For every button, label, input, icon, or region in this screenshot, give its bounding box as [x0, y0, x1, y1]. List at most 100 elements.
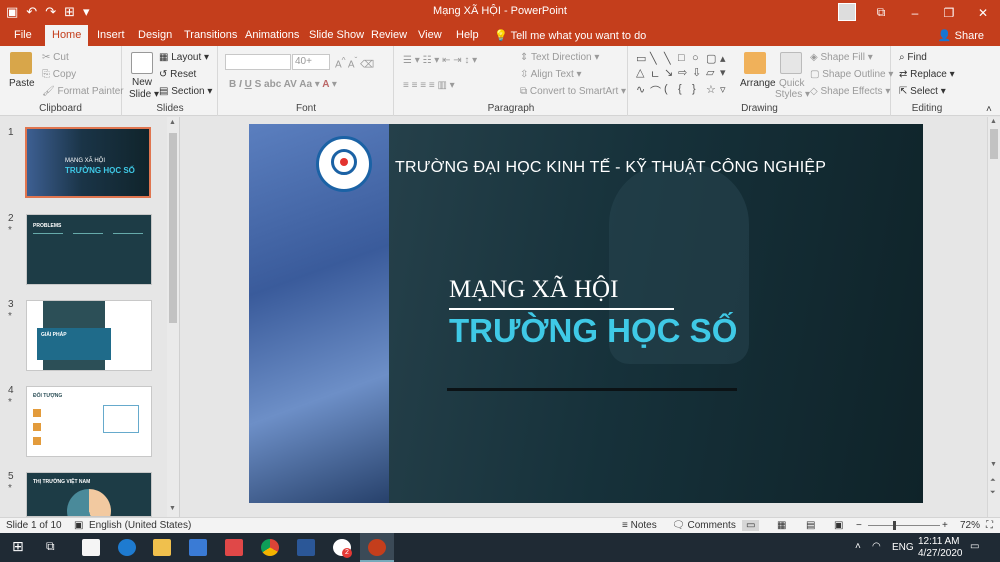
mail-icon[interactable]	[189, 539, 207, 556]
line2-shape-icon[interactable]: ╲	[664, 52, 677, 65]
action-center-icon[interactable]: ▭	[970, 541, 979, 552]
slide-scroll-thumb[interactable]	[990, 129, 998, 159]
task-view-icon[interactable]: ⧉	[46, 539, 64, 556]
thumbnail-slide-5[interactable]: THỊ TRƯỜNG VIỆT NAM	[26, 472, 152, 517]
font-name-combo[interactable]	[225, 54, 291, 70]
zoom-level[interactable]: 72%	[960, 520, 980, 531]
thumbnail-slide-1[interactable]: MẠNG XÃ HỘI TRƯỜNG HỌC SỐ	[25, 127, 151, 198]
thumbnail-scrollbar[interactable]: ▲ ▼	[167, 117, 179, 517]
arc-shape-icon[interactable]: ⌒	[650, 83, 663, 99]
normal-view-icon[interactable]: ▭	[742, 520, 760, 531]
gallery-more-icon[interactable]: ▿	[720, 83, 733, 99]
quick-styles-label-2[interactable]: Styles ▾	[775, 89, 810, 100]
shape-effects-button[interactable]: ◇ Shape Effects ▾	[810, 86, 890, 97]
zoom-out-icon[interactable]: −	[856, 520, 862, 531]
copy-button[interactable]: ⎘ Copy	[42, 69, 76, 80]
thumbnail-scroll-thumb[interactable]	[169, 133, 177, 323]
zoom-in-icon[interactable]: +	[942, 520, 948, 531]
clock-date[interactable]: 4/27/2020	[918, 548, 963, 559]
show-hidden-icons[interactable]: ˄	[855, 541, 861, 552]
quick-styles-icon[interactable]	[780, 52, 802, 74]
select-button[interactable]: ⇱ Select ▾	[899, 86, 946, 97]
slide-scrollbar[interactable]: ▲ ▼ ⏶ ⏷	[987, 117, 1000, 517]
new-slide-label-1[interactable]: New	[132, 77, 152, 88]
down-arrow-shape-icon[interactable]: ⇩	[692, 66, 705, 82]
tab-home[interactable]: Home	[45, 25, 89, 46]
tab-transitions[interactable]: Transitions	[177, 25, 244, 46]
tab-slide-show[interactable]: Slide Show	[302, 25, 371, 46]
gallery-down-icon[interactable]: ▾	[720, 66, 733, 82]
rect-shape-icon[interactable]: □	[678, 52, 691, 65]
chrome-icon[interactable]	[261, 539, 279, 556]
new-slide-label-2[interactable]: Slide ▾	[129, 89, 159, 100]
zoom-slider[interactable]	[868, 525, 940, 526]
tab-file[interactable]: File	[7, 25, 39, 46]
layout-button[interactable]: ▦ Layout ▾	[159, 52, 209, 63]
list-icons[interactable]: ☰ ▾ ☷ ▾ ⇤ ⇥ ↕ ▾	[403, 55, 477, 66]
gallery-up-icon[interactable]: ▴	[720, 52, 733, 65]
font-format-icons[interactable]: B I U S abc AV Aa ▾ A ▾	[229, 79, 337, 90]
word-icon[interactable]	[297, 539, 315, 556]
scroll-up-icon[interactable]: ▲	[990, 118, 997, 125]
store-icon[interactable]	[82, 539, 100, 556]
tab-design[interactable]: Design	[131, 25, 179, 46]
convert-smartart-button[interactable]: ⧉ Convert to SmartArt ▾	[520, 86, 626, 97]
edge-icon[interactable]	[118, 539, 136, 556]
arrange-button[interactable]: Arrange	[740, 78, 776, 89]
app-icon[interactable]	[225, 539, 243, 556]
tab-insert[interactable]: Insert	[90, 25, 132, 46]
align-text-button[interactable]: ⇳ Align Text ▾	[520, 69, 582, 80]
wifi-icon[interactable]: ◠	[872, 541, 881, 552]
restore-button[interactable]: ❐	[932, 0, 966, 25]
new-slide-icon[interactable]	[131, 52, 153, 74]
oval-shape-icon[interactable]: ○	[692, 52, 705, 65]
input-language[interactable]: ENG	[892, 542, 914, 553]
paste-icon[interactable]	[10, 52, 32, 74]
tell-me-box[interactable]: 💡 Tell me what you want to do	[494, 29, 646, 42]
triangle-shape-icon[interactable]: △	[636, 66, 649, 82]
paste-button[interactable]: Paste	[9, 78, 35, 89]
rounded-rect-shape-icon[interactable]: ▢	[706, 52, 719, 65]
arrange-icon[interactable]	[744, 52, 766, 74]
thumbnail-slide-3[interactable]: GIẢI PHÁP	[26, 300, 152, 371]
fit-to-window-icon[interactable]: ⛶	[986, 520, 993, 531]
textbox-shape-icon[interactable]: ▭	[636, 52, 649, 65]
section-button[interactable]: ▤ Section ▾	[159, 86, 212, 97]
tab-help[interactable]: Help	[449, 25, 486, 46]
tab-review[interactable]: Review	[364, 25, 414, 46]
shapes-gallery[interactable]: ▭ ╲ ╲ □ ○ ▢ ▴ △ ㄴ ↘ ⇨ ⇩ ▱ ▾ ∿ ⌒({} ☆ ▿	[636, 52, 736, 99]
font-size-combo[interactable]: 40+	[292, 54, 330, 70]
current-slide[interactable]: TRƯỜNG ĐẠI HỌC KINH TẾ - KỸ THUẬT CÔNG N…	[249, 124, 923, 503]
bracket-shape-icon[interactable]: (	[664, 83, 677, 99]
brace2-shape-icon[interactable]: }	[692, 83, 705, 99]
replace-button[interactable]: ⇄ Replace ▾	[899, 69, 955, 80]
language-indicator[interactable]: English (United States)	[89, 520, 191, 531]
thumbnail-slide-2[interactable]: PROBLEMS	[26, 214, 152, 285]
arrow-shape-icon[interactable]: ↘	[664, 66, 677, 82]
close-button[interactable]: ✕	[966, 0, 1000, 25]
minimize-button[interactable]: –	[898, 0, 932, 25]
zoom-slider-thumb[interactable]	[893, 521, 896, 530]
tab-animations[interactable]: Animations	[238, 25, 306, 46]
align-icons[interactable]: ≡ ≡ ≡ ≡ ▥ ▾	[403, 80, 455, 91]
notes-button[interactable]: ≡ Notes	[622, 520, 657, 531]
tab-view[interactable]: View	[411, 25, 449, 46]
shape-outline-button[interactable]: ▢ Shape Outline ▾	[810, 69, 893, 80]
windows-start-icon[interactable]: ⊞	[12, 538, 30, 555]
text-direction-button[interactable]: ⇕ Text Direction ▾	[520, 52, 599, 63]
scroll-up-icon[interactable]: ▲	[169, 119, 176, 126]
elbow-shape-icon[interactable]: ㄴ	[650, 66, 663, 82]
right-arrow-shape-icon[interactable]: ⇨	[678, 66, 691, 82]
user-avatar[interactable]	[838, 3, 856, 21]
share-button[interactable]: 👤 Share	[938, 29, 984, 42]
cut-button[interactable]: ✂ Cut	[42, 52, 69, 63]
grow-font-icon[interactable]: A^ Aˇ ⌫	[335, 55, 374, 70]
reset-button[interactable]: ↺ Reset	[159, 69, 196, 80]
comments-button[interactable]: 🗨 Comments	[672, 520, 736, 531]
previous-slide-icon[interactable]: ⏶	[990, 477, 996, 485]
collapse-ribbon-icon[interactable]: ˄	[986, 104, 992, 115]
find-button[interactable]: ⌕ Find	[899, 52, 927, 63]
spellcheck-icon[interactable]: ▣	[74, 520, 83, 531]
brace-shape-icon[interactable]: {	[678, 83, 691, 99]
shape-fill-button[interactable]: ◈ Shape Fill ▾	[810, 52, 873, 63]
